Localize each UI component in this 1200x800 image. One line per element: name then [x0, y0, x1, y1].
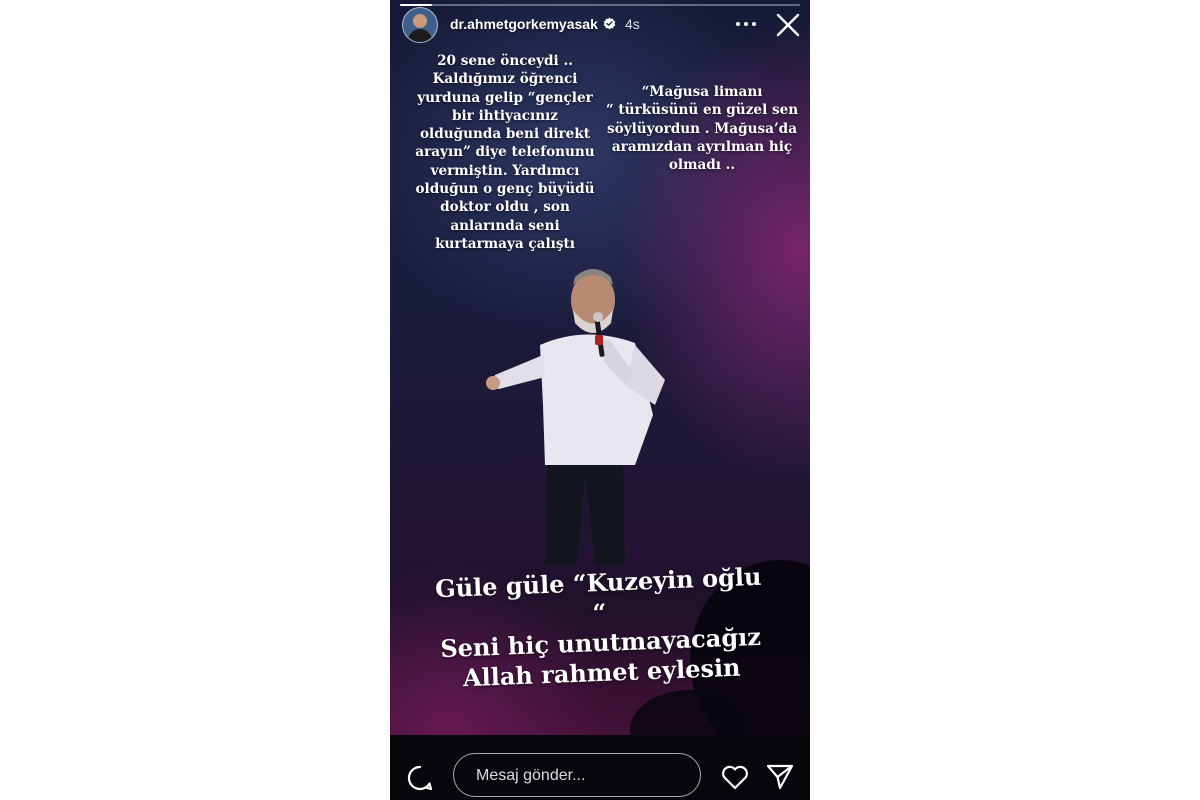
story-progress-fill — [400, 4, 432, 6]
close-icon[interactable] — [776, 13, 800, 37]
heart-icon[interactable] — [721, 764, 749, 790]
more-horizontal-icon[interactable] — [734, 14, 758, 34]
avatar-face — [413, 14, 427, 28]
performer-image — [486, 269, 665, 565]
caption-right: “Mağusa limanı “ türküsünü en güzel sen … — [605, 84, 799, 174]
story-progress-bar — [400, 4, 800, 6]
story-viewer: 20 sene önceydi .. Kaldığımız öğrenci yu… — [390, 0, 810, 800]
message-field[interactable] — [453, 753, 701, 798]
story-timestamp: 4s — [625, 16, 640, 32]
username[interactable]: dr.ahmetgorkemyasak — [450, 16, 598, 32]
caption-main: Güle güle “Kuzeyin oğlu “ Seni hiç unutm… — [434, 561, 762, 693]
avatar[interactable] — [402, 7, 438, 43]
caption-left: 20 sene önceydi .. Kaldığımız öğrenci yu… — [415, 53, 595, 252]
comment-icon[interactable] — [407, 765, 433, 791]
story-media[interactable]: 20 sene önceydi .. Kaldığımız öğrenci yu… — [390, 0, 810, 735]
verified-badge-icon — [603, 17, 616, 30]
message-input[interactable] — [474, 754, 688, 798]
avatar-body — [408, 29, 432, 42]
send-icon[interactable] — [766, 764, 794, 790]
